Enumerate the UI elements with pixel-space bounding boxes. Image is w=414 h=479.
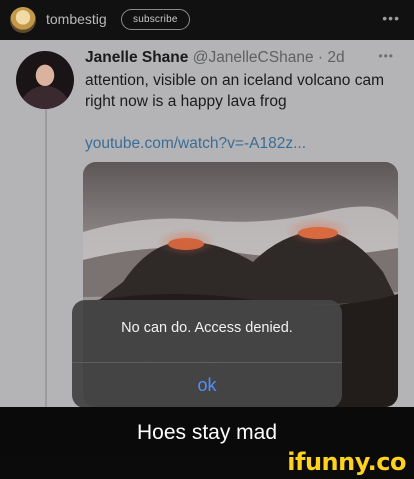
author-avatar [16, 51, 74, 109]
tweet-author-line: Janelle Shane @JanelleCShane · 2d [85, 49, 345, 67]
author-handle-time: @JanelleCShane · 2d [192, 49, 345, 66]
poster-avatar[interactable] [10, 7, 36, 33]
thread-line [45, 108, 47, 407]
meme-caption: Hoes stay mad [136, 421, 278, 444]
tweet-more-icon: ••• [378, 49, 394, 63]
subscribe-button[interactable]: subscribe [121, 9, 190, 30]
ifunny-watermark-logo: ifunny.co [287, 448, 406, 476]
poster-username[interactable]: tombestig [46, 11, 107, 27]
more-options-icon[interactable]: ••• [382, 10, 400, 26]
tweet-text: attention, visible on an iceland volcano… [85, 72, 384, 110]
tweet-link: youtube.com/watch?v=-A182z... [85, 135, 306, 152]
alert-message: No can do. Access denied. [121, 320, 293, 336]
post-header-bar: tombestig subscribe ••• [0, 0, 414, 40]
access-denied-alert: No can do. Access denied. ok [72, 300, 342, 408]
alert-ok-button[interactable]: ok [72, 363, 342, 408]
author-display-name: Janelle Shane [85, 49, 189, 66]
